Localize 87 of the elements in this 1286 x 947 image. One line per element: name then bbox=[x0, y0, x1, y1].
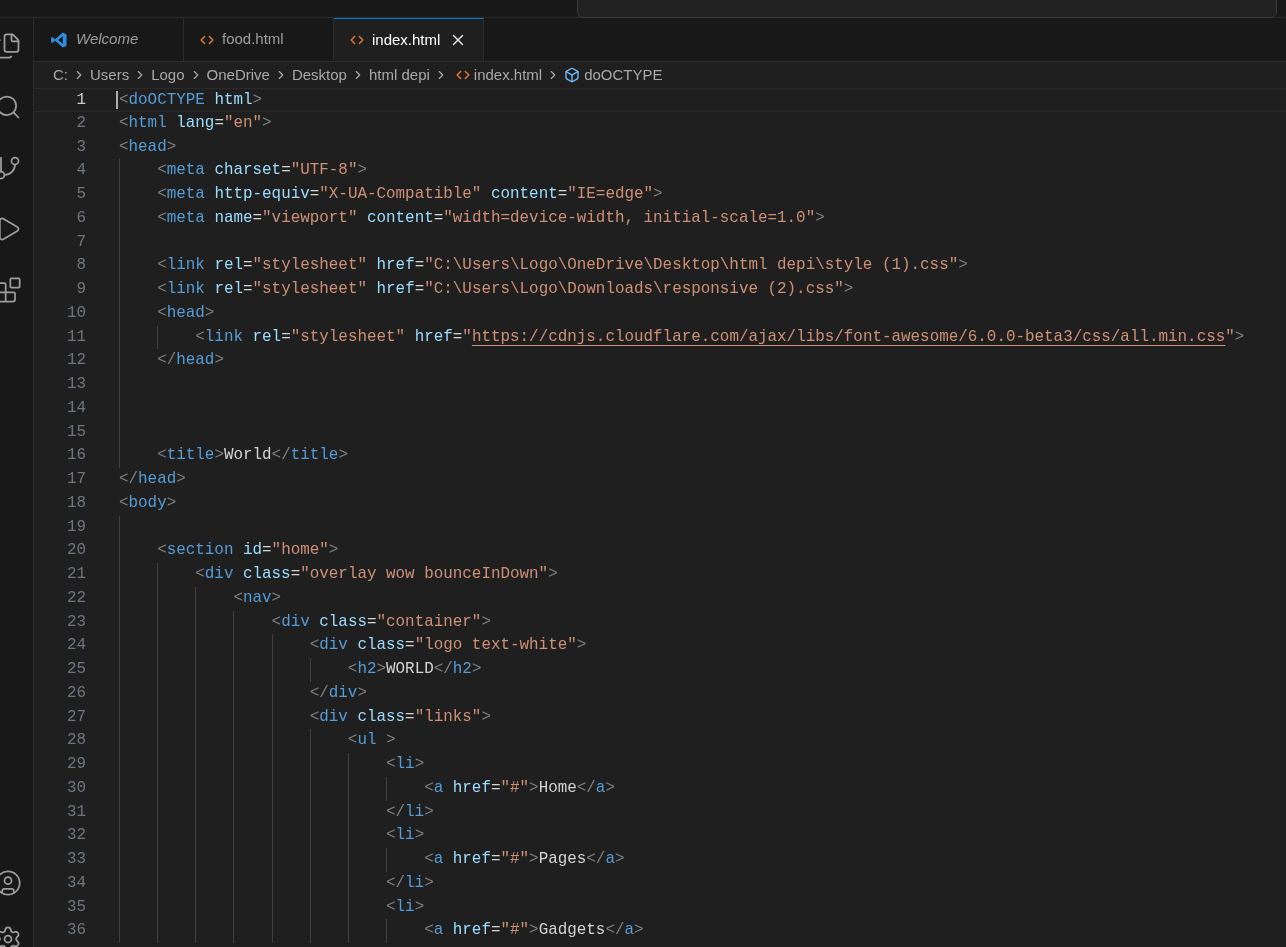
code-line: <a href="#">Pages</a> bbox=[423, 849, 625, 870]
line-number: 5 bbox=[75, 184, 86, 205]
code-line: <a href="#">Home</a> bbox=[423, 777, 615, 799]
breadcrumb-item[interactable]: C: bbox=[53, 63, 68, 87]
line-number: 31 bbox=[65, 801, 86, 823]
code-line: <head> bbox=[119, 136, 177, 158]
code-line: </div> bbox=[308, 682, 367, 704]
code-line: <ul > bbox=[346, 730, 396, 752]
breadcrumb-item[interactable]: index.html bbox=[473, 63, 543, 87]
line-number: 33 bbox=[65, 849, 86, 870]
text-cursor bbox=[116, 91, 118, 109]
code-line: <html lang="en"> bbox=[119, 112, 272, 134]
code-line: <nav> bbox=[232, 587, 282, 609]
cube-icon bbox=[564, 67, 581, 83]
breadcrumb-item[interactable]: Users bbox=[90, 63, 130, 87]
breadcrumb-item[interactable]: html depi bbox=[368, 63, 430, 87]
account-icon[interactable] bbox=[0, 869, 22, 897]
code-line: <li> bbox=[385, 896, 425, 918]
line-number: 15 bbox=[65, 421, 86, 443]
play-icon[interactable] bbox=[0, 215, 22, 243]
breadcrumb-item[interactable]: Desktop bbox=[291, 63, 347, 87]
code-line: <meta name="viewport" content="width=device-width, initial-scale=1.0"> bbox=[156, 207, 825, 229]
code-line: </li> bbox=[385, 801, 434, 823]
line-number: 36 bbox=[65, 920, 86, 942]
line-number: 3 bbox=[75, 136, 86, 158]
line-number: 19 bbox=[65, 516, 86, 538]
line-number: 23 bbox=[65, 611, 86, 633]
code-line: <head> bbox=[156, 302, 215, 324]
code-line: <doOCTYPE html> bbox=[119, 90, 263, 111]
vscode-logo-icon bbox=[50, 30, 68, 49]
line-number: 27 bbox=[65, 706, 86, 728]
code-line: <link rel="stylesheet" href="C:\Users\Logo\Downloads\responsive (2).css"> bbox=[156, 279, 854, 300]
code-line: <li> bbox=[385, 754, 425, 775]
line-number: 1 bbox=[75, 90, 86, 111]
code-line: <body> bbox=[119, 492, 177, 514]
line-number: 32 bbox=[65, 825, 86, 847]
breadcrumb-item[interactable]: OneDrive bbox=[206, 63, 270, 87]
line-number: 24 bbox=[65, 635, 86, 657]
editor-tab[interactable]: index.html bbox=[334, 18, 484, 61]
line-number: 26 bbox=[65, 682, 86, 704]
line-number: 13 bbox=[65, 374, 86, 395]
line-number: 20 bbox=[65, 540, 86, 562]
code-line: <div class="links"> bbox=[308, 706, 491, 728]
code-line: <h2>WORLD</h2> bbox=[346, 659, 482, 680]
code-line: <link rel="stylesheet" href="C:\Users\Logo\OneDrive\Desktop\html depi\style (1).css"> bbox=[156, 255, 968, 277]
code-line: <meta http-equiv="X-UA-Compatible" content="IE=edge"> bbox=[156, 184, 663, 205]
line-number: 21 bbox=[65, 564, 86, 585]
line-number: 17 bbox=[65, 469, 86, 490]
line-number: 30 bbox=[65, 777, 86, 799]
line-number: 6 bbox=[75, 207, 86, 229]
line-number: 14 bbox=[65, 397, 86, 419]
line-number: 25 bbox=[65, 659, 86, 680]
line-number: 10 bbox=[65, 302, 86, 324]
line-number: 4 bbox=[75, 160, 86, 182]
code-line: <a href="#">Gadgets</a> bbox=[423, 920, 644, 942]
line-number: 35 bbox=[65, 896, 86, 918]
line-number: 34 bbox=[65, 872, 86, 894]
breadcrumb-item[interactable]: doOCTYPE bbox=[584, 63, 663, 87]
code-line: <title>World</title> bbox=[156, 445, 348, 467]
line-number: 8 bbox=[75, 255, 86, 277]
blocks-icon[interactable] bbox=[0, 276, 22, 304]
line-number: 29 bbox=[65, 754, 86, 775]
code-line: <div class="container"> bbox=[270, 611, 491, 633]
line-number: 11 bbox=[65, 326, 86, 348]
code-line: <li> bbox=[385, 825, 425, 847]
line-number: 16 bbox=[65, 445, 86, 467]
line-number: 9 bbox=[75, 279, 86, 300]
breadcrumb-item[interactable]: Logo bbox=[151, 63, 185, 87]
line-number: 28 bbox=[65, 730, 86, 752]
code-line: <div class="overlay wow bounceInDown"> bbox=[194, 564, 558, 585]
line-number: 7 bbox=[75, 231, 86, 253]
line-number: 18 bbox=[65, 492, 86, 514]
code-line: </head> bbox=[119, 469, 186, 490]
code-line: <link rel="stylesheet" href="https://cdnjs.cloudflare.com/ajax/libs/font-awesome/6.0.0-beta3/css/all.min.css"> bbox=[194, 326, 1245, 348]
code-line: </head> bbox=[156, 350, 224, 372]
code-line: <section id="home"> bbox=[156, 540, 339, 562]
code-line: <div class="logo text-white"> bbox=[308, 635, 587, 657]
line-number: 12 bbox=[65, 350, 86, 372]
line-number: 2 bbox=[75, 112, 86, 134]
line-number: 22 bbox=[65, 587, 86, 609]
code-line: <meta charset="UTF-8"> bbox=[156, 160, 367, 182]
files-icon[interactable] bbox=[0, 32, 22, 60]
code-icon bbox=[455, 68, 470, 82]
branch-icon[interactable] bbox=[0, 154, 22, 182]
code-icon bbox=[350, 33, 364, 47]
search-icon[interactable] bbox=[0, 93, 22, 121]
code-line: </li> bbox=[385, 872, 434, 894]
